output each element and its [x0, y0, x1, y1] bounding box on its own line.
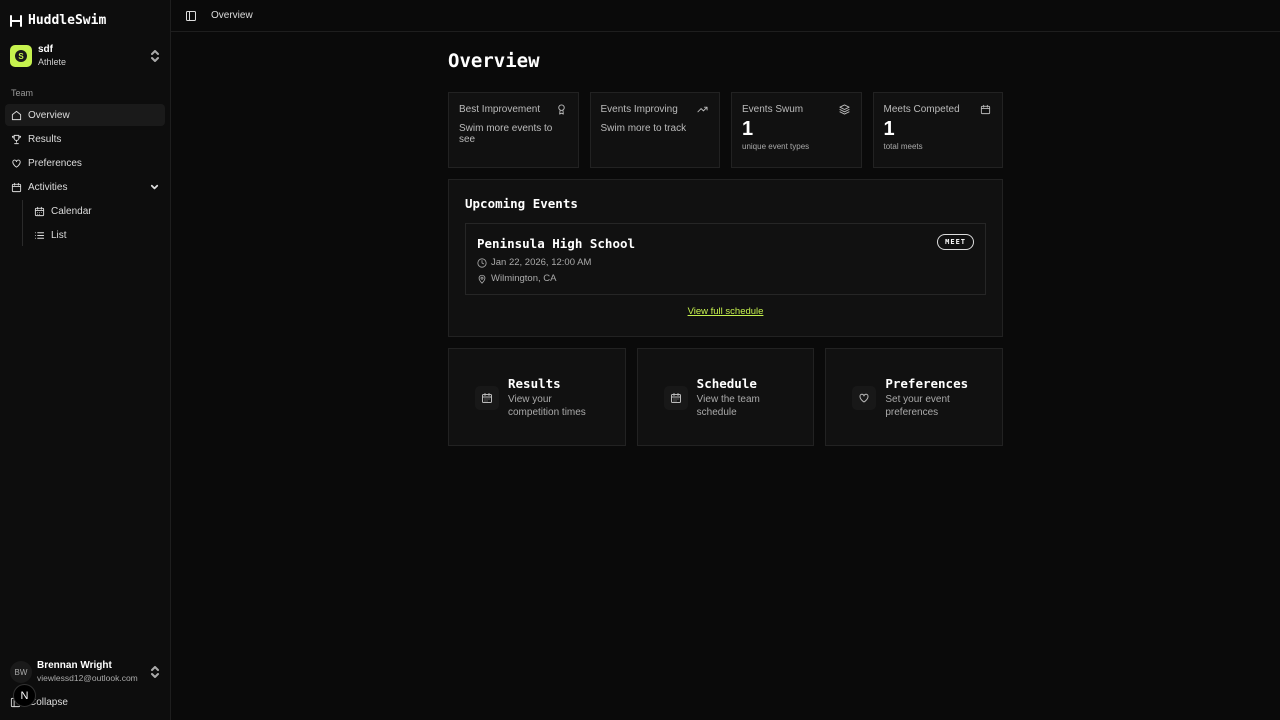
event-location: Wilmington, CA — [491, 273, 556, 284]
calendar-icon — [980, 104, 991, 115]
sidebar: HuddleSwim S sdfAthlete Team Overview Re… — [0, 0, 171, 720]
stat-desc: Swim more events to see — [459, 123, 568, 145]
page-title: Overview — [448, 50, 1003, 72]
home-icon — [11, 110, 22, 121]
heart-icon — [858, 392, 870, 404]
sidebar-toggle-icon[interactable] — [185, 10, 197, 22]
quick-action-preferences[interactable]: Preferences Set your event preferences — [825, 348, 1003, 446]
dev-badge[interactable]: N — [13, 684, 36, 707]
sidebar-item-label: Results — [28, 134, 61, 145]
stat-card-best-improvement: Best Improvement Swim more events to see — [448, 92, 579, 168]
action-title: Preferences — [885, 376, 975, 391]
section-title: Upcoming Events — [465, 196, 986, 211]
stats-row: Best Improvement Swim more events to see… — [448, 92, 1003, 168]
sidebar-item-label: Activities — [28, 182, 67, 193]
chevrons-up-down-icon — [150, 50, 160, 62]
sidebar-item-activities[interactable]: Activities — [5, 176, 165, 198]
calendar-days-icon — [670, 392, 682, 404]
action-desc: Set your event preferences — [885, 393, 975, 419]
calendar-icon — [11, 182, 22, 193]
stat-sub: unique event types — [742, 142, 851, 151]
sidebar-item-list[interactable]: List — [28, 224, 165, 246]
quick-actions: Results View your competition times Sched… — [448, 348, 1003, 446]
event-type-badge: MEET — [937, 234, 974, 250]
nav-group-label: Team — [11, 88, 33, 98]
user-menu[interactable]: BW Brennan Wrightviewlessd12@outlook.com — [10, 660, 160, 684]
app-logo[interactable]: HuddleSwim — [10, 13, 106, 28]
team-name: sdf — [38, 44, 66, 56]
calendar-days-icon — [34, 206, 45, 217]
action-desc: View the team schedule — [697, 393, 787, 419]
event-item[interactable]: Peninsula High School Jan 22, 2026, 12:0… — [465, 223, 986, 295]
trending-up-icon — [697, 104, 708, 115]
sidebar-item-calendar[interactable]: Calendar — [28, 200, 165, 222]
top-bar: Overview — [171, 0, 1280, 32]
user-avatar: BW — [10, 661, 32, 683]
sidebar-item-overview[interactable]: Overview — [5, 104, 165, 126]
stat-title: Events Swum — [742, 104, 851, 115]
quick-action-results[interactable]: Results View your competition times — [448, 348, 626, 446]
calendar-days-icon — [481, 392, 493, 404]
sidebar-nav: Overview Results Preferences Activities … — [5, 104, 165, 248]
award-icon — [556, 104, 567, 115]
action-title: Schedule — [697, 376, 787, 391]
user-email: viewlessd12@outlook.com — [37, 672, 138, 684]
stat-value: 1 — [884, 118, 993, 140]
chevrons-up-down-icon — [150, 666, 160, 678]
map-pin-icon — [477, 274, 487, 284]
app-name: HuddleSwim — [28, 13, 106, 28]
trophy-icon — [11, 134, 22, 145]
main-content: Overview Best Improvement Swim more even… — [448, 50, 1003, 446]
list-icon — [34, 230, 45, 241]
team-avatar-letter: S — [15, 50, 27, 62]
stat-card-meets-competed: Meets Competed 1 total meets — [873, 92, 1004, 168]
upcoming-events-card: Upcoming Events Peninsula High School Ja… — [448, 179, 1003, 337]
stat-title: Best Improvement — [459, 104, 568, 115]
activities-submenu: Calendar List — [22, 200, 165, 246]
quick-action-schedule[interactable]: Schedule View the team schedule — [637, 348, 815, 446]
sidebar-item-label: List — [51, 230, 67, 241]
chevron-down-icon — [150, 183, 159, 192]
stat-value: 1 — [742, 118, 851, 140]
event-name: Peninsula High School — [477, 236, 974, 251]
clock-icon — [477, 258, 487, 268]
logo-icon — [10, 15, 22, 27]
sidebar-item-label: Overview — [28, 110, 70, 121]
stat-sub: total meets — [884, 142, 993, 151]
action-title: Results — [508, 376, 598, 391]
team-avatar: S — [10, 45, 32, 67]
team-role: Athlete — [38, 56, 66, 68]
breadcrumb: Overview — [211, 10, 253, 21]
stat-card-events-swum: Events Swum 1 unique event types — [731, 92, 862, 168]
event-datetime: Jan 22, 2026, 12:00 AM — [491, 257, 591, 268]
stat-title: Meets Competed — [884, 104, 993, 115]
stat-title: Events Improving — [601, 104, 710, 115]
team-switcher[interactable]: S sdfAthlete — [10, 44, 160, 68]
view-full-schedule-link[interactable]: View full schedule — [465, 306, 986, 317]
sidebar-item-label: Calendar — [51, 206, 92, 217]
sidebar-item-preferences[interactable]: Preferences — [5, 152, 165, 174]
stat-desc: Swim more to track — [601, 123, 710, 134]
stat-card-events-improving: Events Improving Swim more to track — [590, 92, 721, 168]
action-desc: View your competition times — [508, 393, 598, 419]
sidebar-item-results[interactable]: Results — [5, 128, 165, 150]
layers-icon — [839, 104, 850, 115]
sidebar-item-label: Preferences — [28, 158, 82, 169]
heart-icon — [11, 158, 22, 169]
user-name: Brennan Wright — [37, 660, 138, 672]
